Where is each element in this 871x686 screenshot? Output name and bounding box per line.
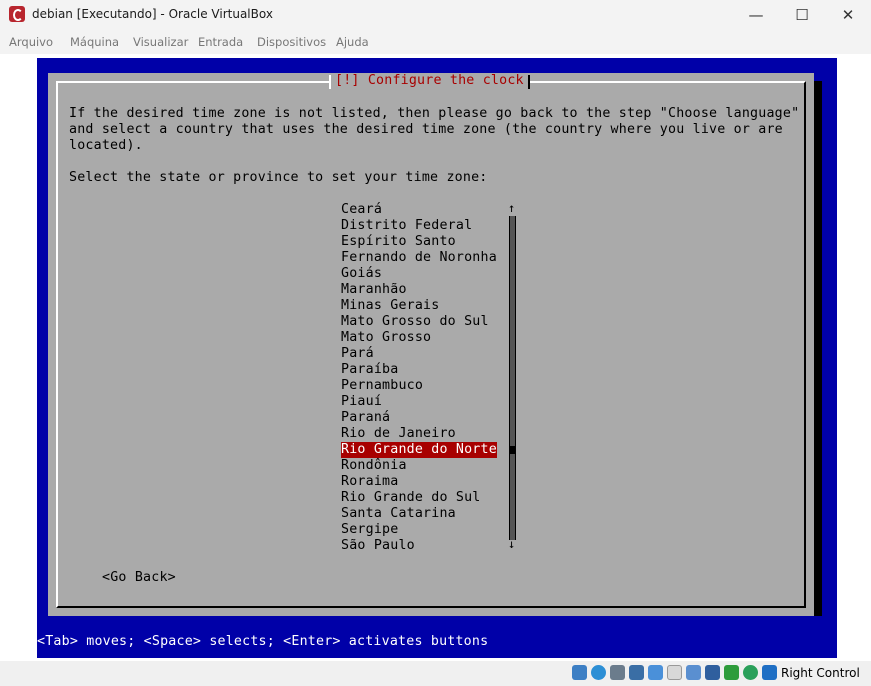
list-item[interactable]: Paraíba [341, 362, 398, 378]
list-item[interactable]: Sergipe [341, 522, 398, 538]
menu-dispositivos[interactable]: Dispositivos [257, 35, 326, 49]
minimize-icon[interactable]: — [733, 0, 779, 30]
list-item[interactable]: Paraná [341, 410, 390, 426]
list-item-selected[interactable]: Rio Grande do Norte [341, 442, 497, 458]
menu-visualizar[interactable]: Visualizar [133, 35, 188, 49]
window-title-bar: debian [Executando] - Oracle VirtualBox … [0, 0, 871, 30]
status-bar [0, 661, 871, 686]
host-key-label: Right Control [781, 666, 860, 680]
recording-icon[interactable] [705, 665, 720, 680]
scroll-up-arrow-icon[interactable]: ↑ [508, 201, 515, 215]
network-icon[interactable] [629, 665, 644, 680]
list-item[interactable]: Pernambuco [341, 378, 423, 394]
list-item[interactable]: Fernando de Noronha [341, 250, 497, 266]
list-item[interactable]: Mato Grosso do Sul [341, 314, 489, 330]
shared-folders-icon[interactable] [667, 665, 682, 680]
display-icon[interactable] [686, 665, 701, 680]
window-title: debian [Executando] - Oracle VirtualBox [32, 7, 273, 21]
list-item[interactable]: Rondônia [341, 458, 407, 474]
scrollbar-track[interactable] [509, 216, 516, 540]
menu-maquina[interactable]: Máquina [70, 35, 119, 49]
host-key-icon [762, 665, 777, 680]
list-item[interactable]: Mato Grosso [341, 330, 431, 346]
hard-disk-icon[interactable] [572, 665, 587, 680]
audio-icon[interactable] [610, 665, 625, 680]
list-item[interactable]: Rio de Janeiro [341, 426, 456, 442]
menu-bar: Arquivo Máquina Visualizar Entrada Dispo… [0, 30, 871, 54]
maximize-icon[interactable]: ☐ [779, 0, 825, 30]
menu-ajuda[interactable]: Ajuda [336, 35, 369, 49]
intro-line-2: and select a country that uses the desir… [69, 122, 783, 137]
dialog-title: [!] Configure the clock [329, 73, 530, 89]
menu-entrada[interactable]: Entrada [198, 35, 243, 49]
intro-line-3: located). [69, 138, 143, 153]
scrollbar-thumb[interactable] [510, 446, 515, 454]
select-prompt: Select the state or province to set your… [69, 170, 488, 185]
virtualbox-app-icon [9, 6, 25, 22]
mouse-integration-icon[interactable] [724, 665, 739, 680]
scroll-down-arrow-icon[interactable]: ↓ [508, 537, 515, 551]
help-bar: <Tab> moves; <Space> selects; <Enter> ac… [37, 634, 837, 651]
list-item[interactable]: Minas Gerais [341, 298, 439, 314]
optical-drive-icon[interactable] [591, 665, 606, 680]
menu-arquivo[interactable]: Arquivo [9, 35, 53, 49]
list-item[interactable]: Pará [341, 346, 374, 362]
list-item[interactable]: Piauí [341, 394, 382, 410]
usb-icon[interactable] [648, 665, 663, 680]
list-item[interactable]: Santa Catarina [341, 506, 456, 522]
close-icon[interactable]: ✕ [825, 0, 871, 30]
list-item[interactable]: Roraima [341, 474, 398, 490]
keyboard-capture-icon[interactable] [743, 665, 758, 680]
list-item[interactable]: São Paulo [341, 538, 415, 554]
list-item[interactable]: Distrito Federal [341, 218, 472, 234]
list-item[interactable]: Ceará [341, 202, 382, 218]
go-back-button[interactable]: <Go Back> [102, 570, 176, 586]
list-item[interactable]: Maranhão [341, 282, 407, 298]
list-item[interactable]: Rio Grande do Sul [341, 490, 481, 506]
intro-line-1: If the desired time zone is not listed, … [69, 106, 800, 121]
list-item[interactable]: Goiás [341, 266, 382, 282]
list-item[interactable]: Espírito Santo [341, 234, 456, 250]
